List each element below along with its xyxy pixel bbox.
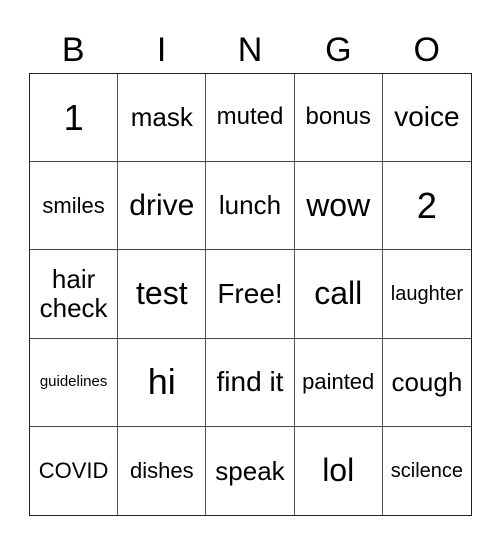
header-letter-i: I — [156, 31, 167, 69]
bingo-cell[interactable]: call — [294, 250, 383, 339]
bingo-cell[interactable]: smiles — [30, 162, 119, 251]
header-letter-o: O — [413, 31, 440, 69]
bingo-cell[interactable]: mask — [118, 74, 207, 163]
bingo-cell[interactable]: dishes — [118, 426, 207, 515]
bingo-card-grid: 1 mask muted bonus voice smiles drive lu… — [29, 73, 472, 516]
bingo-cell[interactable]: bonus — [294, 74, 383, 163]
bingo-cell[interactable]: lunch — [206, 162, 295, 251]
bingo-cell[interactable]: voice — [382, 74, 471, 163]
free-space-cell[interactable]: Free! — [206, 250, 295, 339]
bingo-cell[interactable]: hair check — [30, 250, 119, 339]
bingo-cell[interactable]: guidelines — [30, 338, 119, 427]
bingo-header: B I N G O — [29, 28, 471, 72]
bingo-cell[interactable]: lol — [295, 426, 383, 515]
bingo-cell[interactable]: test — [118, 250, 207, 339]
bingo-cell[interactable]: scilence — [383, 427, 471, 515]
bingo-cell[interactable]: wow — [294, 162, 383, 251]
bingo-cell[interactable]: laughter — [382, 250, 471, 339]
header-letter-g: G — [325, 31, 352, 69]
header-letter-n: N — [237, 31, 263, 69]
bingo-cell[interactable]: 1 — [30, 74, 119, 163]
bingo-cell[interactable]: COVID — [30, 426, 119, 515]
bingo-cell[interactable]: muted — [206, 74, 295, 163]
bingo-cell[interactable]: drive — [118, 162, 207, 251]
bingo-cell[interactable]: find it — [206, 338, 295, 427]
bingo-cell[interactable]: 2 — [382, 162, 471, 251]
bingo-cell[interactable]: hi — [118, 338, 207, 427]
bingo-cell[interactable]: cough — [382, 339, 471, 427]
header-letter-b: B — [61, 31, 85, 69]
bingo-cell[interactable]: painted — [294, 338, 383, 427]
bingo-cell[interactable]: speak — [206, 426, 295, 515]
